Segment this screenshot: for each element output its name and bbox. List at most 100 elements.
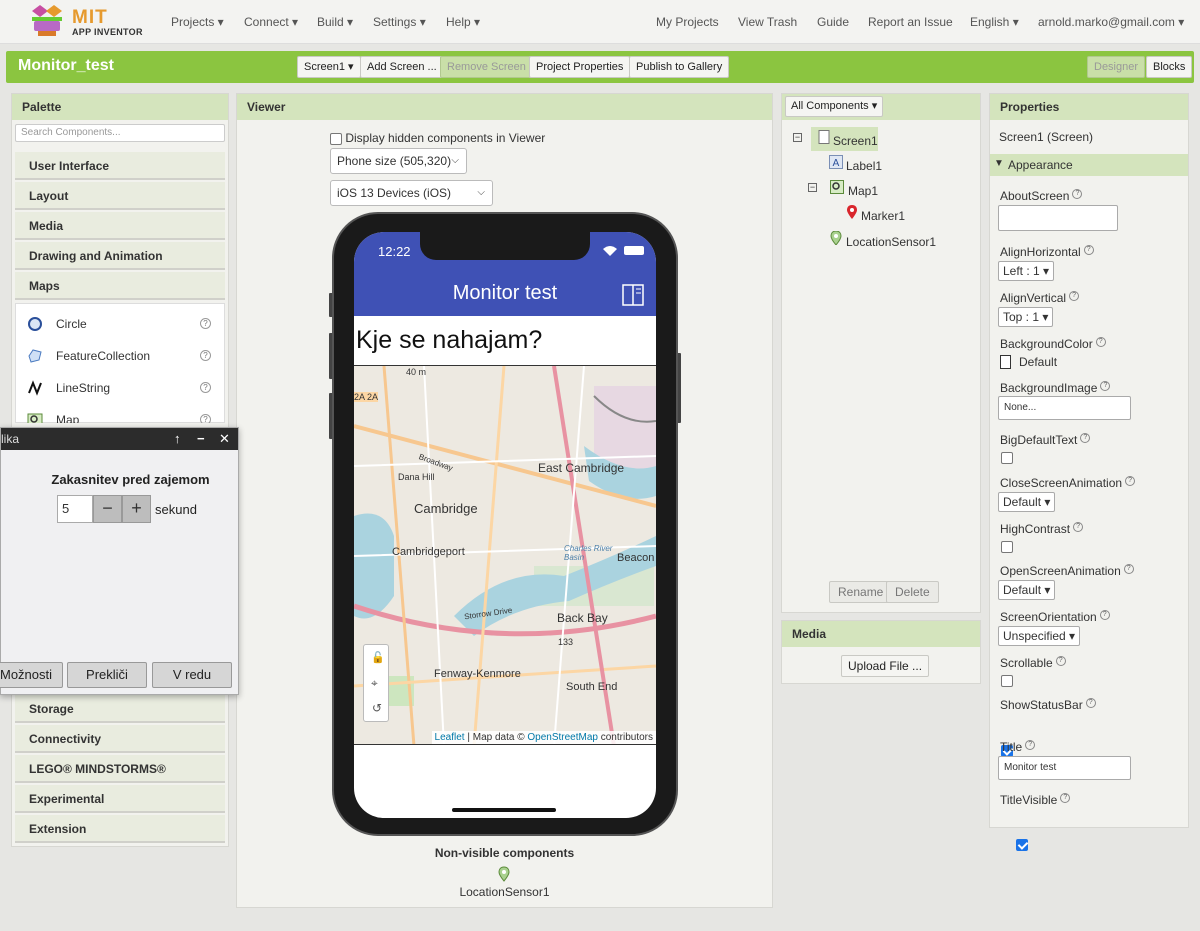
- add-screen-button[interactable]: Add Screen ...: [360, 56, 444, 78]
- cancel-button[interactable]: Prekliči: [67, 662, 147, 688]
- collapse-map1-icon[interactable]: −: [808, 183, 817, 192]
- category-media[interactable]: Media: [15, 212, 225, 240]
- link-guide[interactable]: Guide: [817, 15, 849, 29]
- link-view-trash[interactable]: View Trash: [738, 15, 797, 29]
- menu-projects[interactable]: Projects ▾: [171, 15, 224, 29]
- title-visible-checkbox[interactable]: [1016, 838, 1029, 851]
- align-vertical-dropdown[interactable]: Top : 1 ▾: [998, 307, 1054, 327]
- screen-orientation-dropdown[interactable]: Unspecified ▾: [998, 626, 1081, 646]
- screen-select[interactable]: Screen1 ▾: [297, 56, 361, 78]
- help-icon[interactable]: ?: [1123, 564, 1134, 574]
- options-button[interactable]: Možnosti: [0, 662, 63, 688]
- designer-button[interactable]: Designer: [1087, 56, 1146, 78]
- big-default-text-checkbox[interactable]: [1001, 452, 1013, 464]
- category-experimental[interactable]: Experimental: [15, 785, 225, 813]
- account-menu[interactable]: arnold.marko@gmail.com ▾: [1038, 15, 1184, 29]
- category-user-interface[interactable]: User Interface: [15, 152, 225, 180]
- help-icon[interactable]: ?: [200, 414, 211, 423]
- ok-button[interactable]: V redu: [152, 662, 232, 688]
- category-connectivity[interactable]: Connectivity: [15, 725, 225, 753]
- blocks-button[interactable]: Blocks: [1146, 56, 1193, 78]
- help-icon[interactable]: ?: [1025, 740, 1036, 750]
- palette-item-circle[interactable]: Circle ?: [16, 309, 224, 339]
- category-layout[interactable]: Layout: [15, 182, 225, 210]
- high-contrast-checkbox[interactable]: [1001, 541, 1013, 553]
- reset-icon[interactable]: ↺: [372, 701, 382, 715]
- scrollable-checkbox[interactable]: [1001, 675, 1013, 687]
- menu-help[interactable]: Help ▾: [446, 15, 480, 29]
- menu-settings[interactable]: Settings ▾: [373, 15, 426, 29]
- map-view[interactable]: East Cambridge Cambridge Cambridgeport B…: [354, 365, 656, 745]
- help-icon[interactable]: ?: [1060, 793, 1071, 803]
- locate-icon[interactable]: ⌖: [371, 676, 378, 691]
- tree-item-marker1[interactable]: Marker1: [861, 209, 905, 223]
- menu-build[interactable]: Build ▾: [317, 15, 353, 29]
- leaflet-link[interactable]: Leaflet: [435, 732, 465, 743]
- help-icon[interactable]: ?: [1073, 522, 1084, 532]
- help-icon[interactable]: ?: [1080, 433, 1091, 443]
- decrement-button[interactable]: −: [93, 495, 122, 523]
- category-storage[interactable]: Storage: [15, 695, 225, 723]
- help-icon[interactable]: ?: [200, 382, 211, 393]
- title-input[interactable]: Monitor test: [998, 756, 1131, 780]
- link-my-projects[interactable]: My Projects: [656, 15, 719, 29]
- close-icon[interactable]: ✕: [219, 428, 230, 450]
- tree-item-label1[interactable]: Label1: [846, 159, 882, 173]
- delete-button[interactable]: Delete: [886, 581, 939, 603]
- language-menu[interactable]: English ▾: [970, 15, 1019, 29]
- rename-button[interactable]: Rename: [829, 581, 893, 603]
- help-icon[interactable]: ?: [1100, 381, 1111, 391]
- search-components-input[interactable]: Search Components...: [15, 124, 225, 142]
- help-icon[interactable]: ?: [1072, 189, 1083, 199]
- collapse-screen1-icon[interactable]: −: [793, 133, 802, 142]
- upload-file-button[interactable]: Upload File ...: [841, 655, 930, 677]
- dialog-titlebar[interactable]: lika ↑ − ✕: [1, 428, 238, 450]
- palette-item-map[interactable]: Map ?: [16, 405, 224, 423]
- increment-button[interactable]: +: [122, 495, 151, 523]
- bg-color-value[interactable]: Default: [1019, 355, 1057, 369]
- link-report-issue[interactable]: Report an Issue: [868, 15, 953, 29]
- category-maps[interactable]: Maps: [15, 272, 225, 300]
- help-icon[interactable]: ?: [200, 350, 211, 361]
- hidden-components-toggle[interactable]: Display hidden components in Viewer: [330, 131, 545, 145]
- project-properties-button[interactable]: Project Properties: [529, 56, 631, 78]
- delay-value-input[interactable]: 5: [57, 495, 93, 523]
- about-screen-textarea[interactable]: [998, 205, 1118, 231]
- menu-connect[interactable]: Connect ▾: [244, 15, 298, 29]
- app-inventor-logo[interactable]: MIT APP INVENTOR: [26, 3, 156, 41]
- help-icon[interactable]: ?: [1099, 610, 1110, 620]
- palette-item-feature-collection[interactable]: FeatureCollection ?: [16, 341, 224, 371]
- help-icon[interactable]: ?: [1095, 337, 1106, 347]
- help-icon[interactable]: ?: [1125, 476, 1136, 486]
- publish-gallery-button[interactable]: Publish to Gallery: [629, 56, 730, 78]
- help-icon[interactable]: ?: [1069, 291, 1080, 301]
- phone-size-select[interactable]: Phone size (505,320) ⌵: [330, 148, 467, 174]
- help-icon[interactable]: ?: [200, 318, 211, 329]
- close-animation-dropdown[interactable]: Default ▾: [998, 492, 1056, 512]
- category-drawing-animation[interactable]: Drawing and Animation: [15, 242, 225, 270]
- hidden-components-checkbox[interactable]: [330, 132, 342, 145]
- bg-color-swatch[interactable]: [1000, 355, 1011, 369]
- lock-icon[interactable]: 🔓: [371, 651, 385, 664]
- device-select[interactable]: iOS 13 Devices (iOS) ⌵: [330, 180, 493, 206]
- bg-image-field[interactable]: None...: [998, 396, 1131, 420]
- tree-item-screen1[interactable]: Screen1: [833, 134, 878, 148]
- minimize-icon[interactable]: −: [197, 428, 205, 450]
- tree-item-locationsensor1[interactable]: LocationSensor1: [846, 235, 936, 249]
- open-animation-dropdown[interactable]: Default ▾: [998, 580, 1056, 600]
- remove-screen-button[interactable]: Remove Screen: [440, 56, 533, 78]
- minus-icon: −: [102, 498, 113, 518]
- help-icon[interactable]: ?: [1085, 698, 1096, 708]
- palette-item-linestring[interactable]: LineString ?: [16, 373, 224, 403]
- nonvisible-item[interactable]: LocationSensor1: [236, 885, 773, 899]
- osm-link[interactable]: OpenStreetMap: [527, 732, 598, 743]
- raise-icon[interactable]: ↑: [174, 428, 181, 450]
- help-icon[interactable]: ?: [1055, 656, 1066, 666]
- category-lego-mindstorms[interactable]: LEGO® MINDSTORMS®: [15, 755, 225, 783]
- category-extension[interactable]: Extension: [15, 815, 225, 843]
- align-horizontal-dropdown[interactable]: Left : 1 ▾: [998, 261, 1055, 281]
- appearance-section[interactable]: ▼ Appearance: [990, 154, 1188, 176]
- components-filter[interactable]: All Components ▾: [785, 96, 884, 117]
- help-icon[interactable]: ?: [1083, 245, 1094, 255]
- tree-item-map1[interactable]: Map1: [848, 184, 878, 198]
